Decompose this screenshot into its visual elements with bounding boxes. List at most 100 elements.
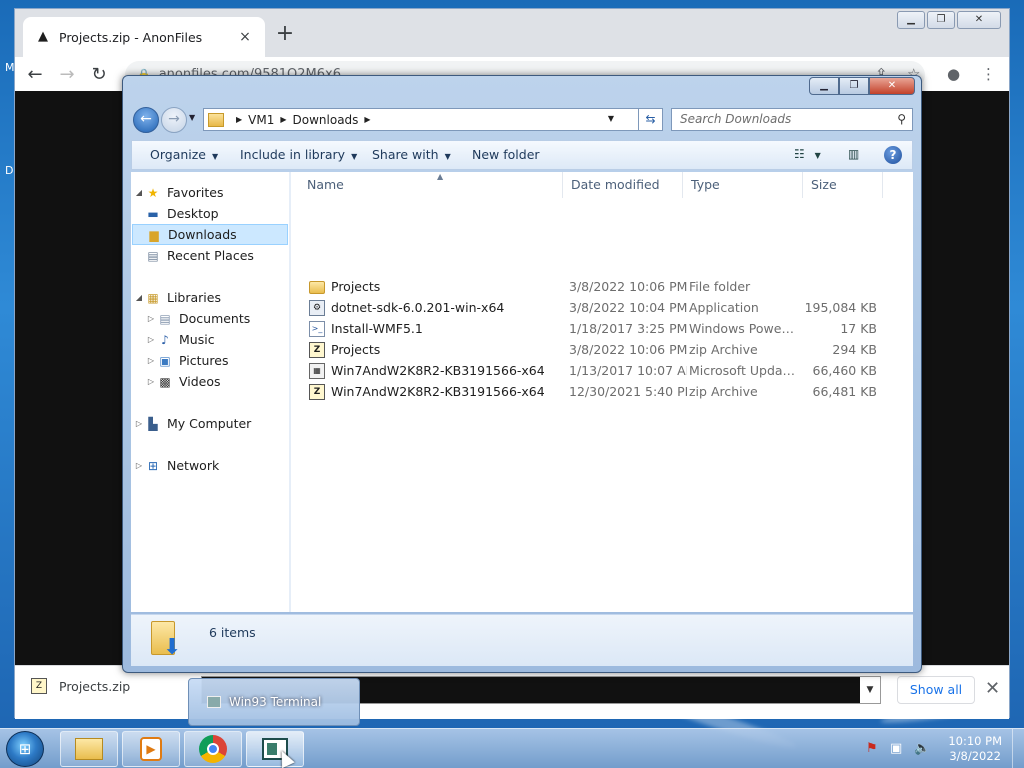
column-header-name[interactable]: ▲ Name: [299, 172, 563, 198]
tab-close-icon[interactable]: ×: [237, 29, 253, 45]
expand-arrow-icon[interactable]: ▷: [145, 335, 157, 344]
forward-button[interactable]: →: [161, 107, 187, 133]
navigation-pane: ◢ ★ Favorites ▬ Desktop ▆ Downloads ▤ Re…: [131, 172, 289, 612]
folder-icon: [208, 112, 224, 127]
file-name: Win7AndW2K8R2-KB3191566-x64: [331, 363, 545, 378]
file-size: 294 KB: [832, 342, 877, 357]
desktop-edge-letter: M: [5, 61, 15, 74]
nav-downloads[interactable]: ▆ Downloads: [132, 224, 288, 245]
expand-arrow-icon[interactable]: ▷: [145, 377, 157, 386]
minimize-button[interactable]: ▁: [809, 77, 839, 95]
browser-window-controls: ▁ ❐ ✕: [897, 11, 1001, 29]
address-bar[interactable]: ▶ VM1 ▶ Downloads ▶ ▼: [203, 108, 639, 131]
browser-tab[interactable]: ▲ Projects.zip - AnonFiles ×: [23, 17, 265, 57]
forward-button[interactable]: →: [55, 63, 79, 87]
new-tab-button[interactable]: +: [273, 23, 297, 47]
expand-arrow-icon[interactable]: ▷: [145, 314, 157, 323]
nav-my-computer[interactable]: ▷ ▙ My Computer: [133, 413, 251, 434]
close-button[interactable]: ✕: [957, 11, 1001, 29]
taskbar-chrome-button[interactable]: [184, 731, 242, 767]
include-in-library-menu[interactable]: Include in library ▼: [240, 147, 357, 162]
computer-icon: ▙: [148, 416, 158, 431]
close-download-bar-icon[interactable]: ✕: [985, 678, 1000, 699]
show-desktop-button[interactable]: [1012, 729, 1024, 768]
recent-locations-dropdown[interactable]: ▼: [189, 113, 195, 122]
show-all-button[interactable]: Show all: [897, 676, 975, 704]
volume-icon[interactable]: 🔈: [914, 741, 930, 756]
file-explorer-icon: [75, 738, 103, 760]
file-type: zip Archive: [689, 384, 758, 399]
breadcrumb-downloads[interactable]: Downloads: [293, 113, 359, 127]
file-date: 1/18/2017 3:25 PM: [569, 321, 687, 336]
taskbar-terminal-button[interactable]: [246, 731, 304, 767]
chevron-down-icon[interactable]: ▼: [860, 677, 880, 703]
profile-avatar-icon[interactable]: ●: [947, 65, 960, 83]
breadcrumb-vm1[interactable]: VM1: [248, 113, 274, 127]
file-row[interactable]: Z Projects 3/8/2022 10:06 PM zip Archive …: [291, 339, 911, 360]
powershell-script-icon: >_: [309, 320, 325, 337]
nav-documents[interactable]: ▷ ▤ Documents: [145, 308, 250, 329]
nav-network[interactable]: ▷ ⊞ Network: [133, 455, 219, 476]
back-button[interactable]: ←: [133, 107, 159, 133]
start-button[interactable]: ⊞: [6, 731, 44, 767]
chevron-right-icon[interactable]: ▶: [280, 115, 286, 124]
explorer-window: ▁ ❐ ✕ ← → ▼ ▶ VM1 ▶ Downloads ▶ ▼ ⇆ Sear…: [122, 75, 922, 673]
column-header-date-modified[interactable]: Date modified: [563, 172, 683, 198]
nav-recent-places[interactable]: ▤ Recent Places: [145, 245, 254, 266]
change-view-icon[interactable]: ☷ ▼: [794, 147, 821, 161]
close-button[interactable]: ✕: [869, 77, 915, 95]
share-with-menu[interactable]: Share with ▼: [372, 147, 451, 162]
address-history-dropdown[interactable]: ▼: [608, 114, 614, 123]
expand-arrow-icon[interactable]: ▷: [145, 356, 157, 365]
maximize-button[interactable]: ❐: [839, 77, 869, 95]
download-item[interactable]: Z Projects.zip: [31, 678, 130, 694]
expand-arrow-icon[interactable]: ▷: [133, 461, 145, 470]
file-row[interactable]: ▦ Win7AndW2K8R2-KB3191566-x64 1/13/2017 1…: [291, 360, 911, 381]
nav-videos[interactable]: ▷ ▩ Videos: [145, 371, 221, 392]
nav-music[interactable]: ▷ ♪ Music: [145, 329, 215, 350]
refresh-button[interactable]: ⇆: [639, 108, 663, 131]
chevron-right-icon[interactable]: ▶: [236, 115, 242, 124]
music-icon: ♪: [161, 332, 169, 347]
reload-button[interactable]: ↻: [87, 63, 111, 87]
taskbar-media-player-button[interactable]: ▶: [122, 731, 180, 767]
taskbar-explorer-button[interactable]: [60, 731, 118, 767]
file-date: 12/30/2021 5:40 PM: [569, 384, 687, 399]
minimize-button[interactable]: ▁: [897, 11, 925, 29]
network-status-icon[interactable]: ▣: [890, 741, 902, 756]
collapse-arrow-icon[interactable]: ◢: [133, 293, 145, 302]
clock[interactable]: 10:10 PM 3/8/2022: [948, 734, 1002, 764]
downloads-folder-icon: ⬇: [149, 619, 183, 661]
search-placeholder: Search Downloads: [680, 112, 792, 126]
menu-kebab-icon[interactable]: ⋮: [981, 65, 996, 83]
column-header-type[interactable]: Type: [683, 172, 803, 198]
nav-pictures[interactable]: ▷ ▣ Pictures: [145, 350, 229, 371]
file-row[interactable]: ⚙ dotnet-sdk-6.0.201-win-x64 3/8/2022 10:…: [291, 297, 911, 318]
organize-menu[interactable]: Organize ▼: [150, 147, 218, 162]
collapse-arrow-icon[interactable]: ◢: [133, 188, 145, 197]
help-icon[interactable]: ?: [884, 146, 902, 164]
file-row[interactable]: >_ Install-WMF5.1 1/18/2017 3:25 PM Windo…: [291, 318, 911, 339]
new-folder-button[interactable]: New folder: [472, 147, 540, 162]
file-size: 66,481 KB: [812, 384, 877, 399]
taskbar-thumbnail[interactable]: Win93 Terminal: [188, 678, 360, 726]
file-type: File folder: [689, 279, 751, 294]
maximize-button[interactable]: ❐: [927, 11, 955, 29]
search-input[interactable]: Search Downloads ⚲: [671, 108, 913, 131]
command-bar: Organize ▼ Include in library ▼ Share with…: [131, 140, 913, 170]
column-header-size[interactable]: Size: [803, 172, 883, 198]
preview-pane-icon[interactable]: ▥: [848, 147, 859, 161]
back-button[interactable]: ←: [23, 63, 47, 87]
media-player-icon: ▶: [140, 737, 162, 761]
file-row[interactable]: Z Win7AndW2K8R2-KB3191566-x64 12/30/2021 …: [291, 381, 911, 402]
nav-favorites[interactable]: ◢ ★ Favorites: [133, 182, 224, 203]
item-count: 6 items: [209, 625, 256, 640]
file-type: Microsoft Update ...: [689, 363, 797, 378]
expand-arrow-icon[interactable]: ▷: [133, 419, 145, 428]
file-row[interactable]: Projects 3/8/2022 10:06 PM File folder: [291, 276, 911, 297]
chevron-right-icon[interactable]: ▶: [364, 115, 370, 124]
nav-desktop[interactable]: ▬ Desktop: [145, 203, 218, 224]
action-center-flag-icon[interactable]: ⚑: [866, 741, 878, 756]
file-type: zip Archive: [689, 342, 758, 357]
nav-libraries[interactable]: ◢ ▦ Libraries: [133, 287, 221, 308]
